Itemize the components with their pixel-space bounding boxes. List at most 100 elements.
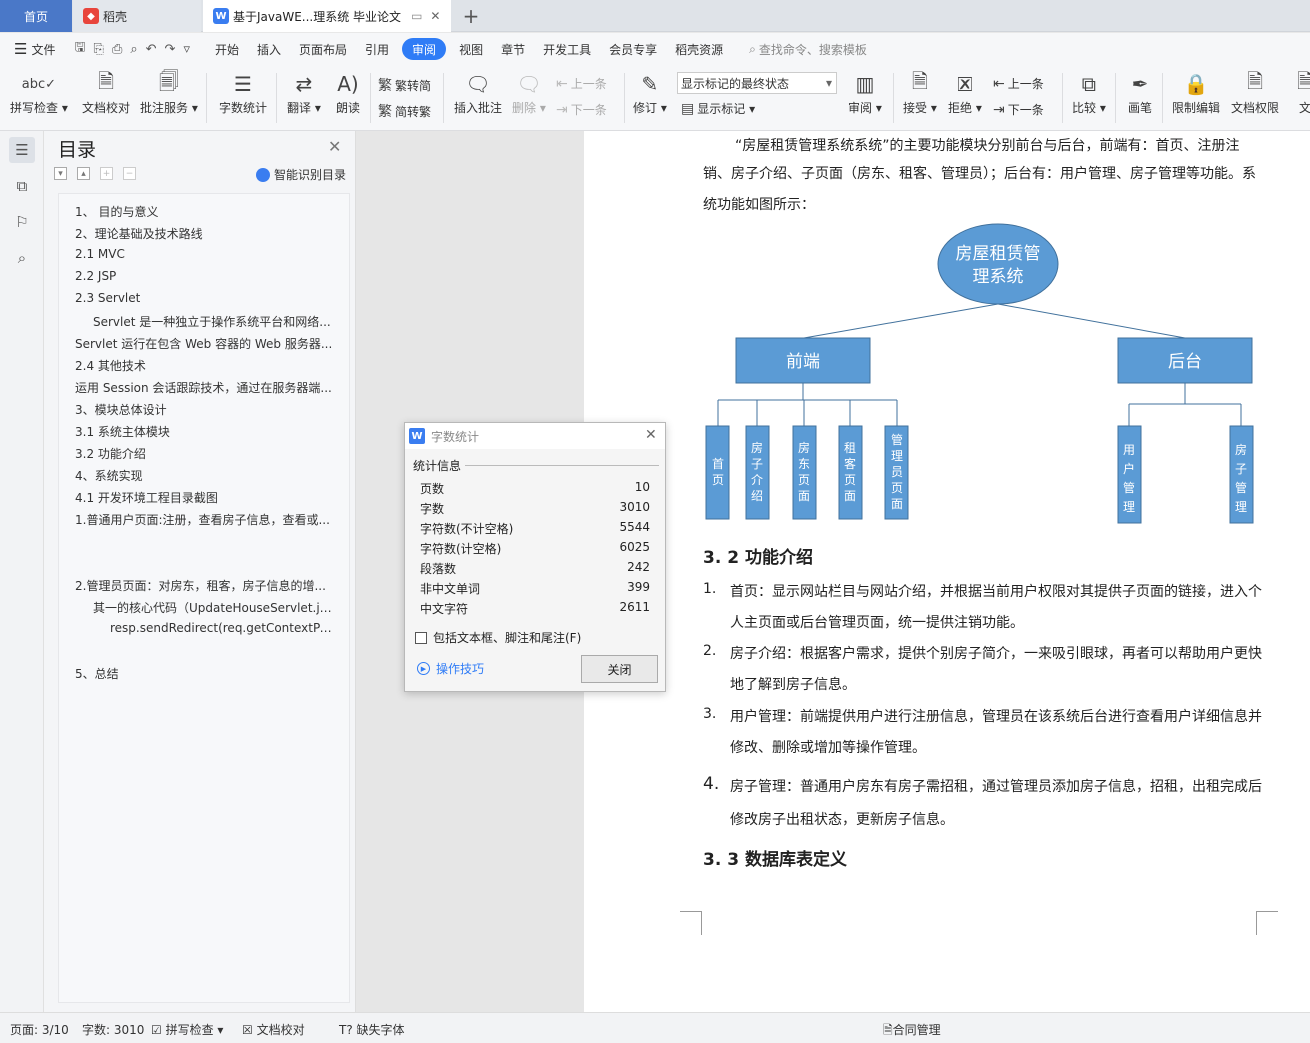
chapter-icon[interactable]: ⧉ (9, 173, 35, 199)
bookmark-icon[interactable]: ⚐ (9, 209, 35, 235)
file-menu[interactable]: ☰ 文件 (0, 38, 64, 60)
track-changes-button[interactable]: ✎ 修订 ▾ (633, 69, 667, 116)
toc-item[interactable]: 3.1 系统主体模块 (75, 423, 170, 440)
insert-comment-button[interactable]: 🗨 插入批注 (454, 69, 502, 116)
menu-daoke-resources[interactable]: 稻壳资源 (666, 38, 732, 60)
accept-button[interactable]: 🗎 接受 ▾ (903, 69, 937, 116)
tips-link[interactable]: ▶ 操作技巧 (417, 660, 484, 677)
toc-item[interactable]: 其一的核心代码（UpdateHouseServlet.ja... (93, 599, 333, 616)
word-count-button[interactable]: ☰ 字数统计 (219, 69, 267, 116)
toc-item[interactable]: 2、理论基础及技术路线 (75, 225, 203, 242)
toc-item[interactable]: 2.2 JSP (75, 269, 116, 283)
toc-item[interactable]: Servlet 是一种独立于操作系统平台和网络... (93, 313, 333, 330)
toc-item[interactable]: 2.3 Servlet (75, 291, 140, 305)
smart-toc-button[interactable]: 智能识别目录 (256, 166, 346, 183)
tab-daoke[interactable]: ◆ 稻壳 (73, 0, 201, 32)
toc-item[interactable]: 运用 Session 会话跟踪技术，通过在服务器端... (75, 379, 333, 396)
print-icon[interactable]: ⎙ (108, 42, 126, 57)
menu-insert[interactable]: 插入 (248, 38, 290, 60)
restrict-edit-button[interactable]: 🔒 限制编辑 (1172, 69, 1220, 116)
reject-button[interactable]: 🗷 拒绝 ▾ (948, 69, 982, 116)
toc-item[interactable]: 3.2 功能介绍 (75, 445, 146, 462)
close-tab-icon[interactable]: ✕ (430, 9, 440, 23)
monitor-icon[interactable]: ▭ (411, 9, 422, 23)
accept-label: 接受 (903, 101, 928, 115)
child-label-char: 理 (891, 449, 903, 463)
prev-comment-button[interactable]: ⇤ 上一条 (556, 75, 607, 92)
toc-item[interactable]: 3、模块总体设计 (75, 401, 167, 418)
command-search[interactable]: ⌕ 查找命令、搜索模板 (740, 38, 876, 60)
toc-icon[interactable]: ☰ (9, 137, 35, 163)
search-icon[interactable]: ⌕ (9, 245, 35, 271)
quick-access-more-icon[interactable]: ▿ (179, 42, 194, 57)
stat-row: 字符数(不计空格) 5544 (420, 520, 650, 537)
read-aloud-button[interactable]: A) 朗读 (334, 69, 362, 116)
contract-management[interactable]: 🗎合同管理 (883, 1021, 941, 1042)
tab-document[interactable]: W 基于JavaWE...理系统 毕业论文 ▭ ✕ (203, 0, 451, 32)
child-label-char: 管 (1123, 480, 1135, 495)
doc-more-button[interactable]: 🗎 文 (1291, 69, 1310, 116)
word-count-icon: ☰ (234, 72, 252, 96)
toc-item[interactable]: 2.管理员页面：对房东，租客，房子信息的增... (75, 577, 333, 594)
status-spell-check[interactable]: ☑ 拼写检查 ▾ (151, 1021, 223, 1038)
font-icon: T? (339, 1023, 353, 1037)
menu-section[interactable]: 章节 (492, 38, 534, 60)
menu-layout[interactable]: 页面布局 (290, 38, 356, 60)
markup-state-select[interactable]: 显示标记的最终状态 ▾ (677, 72, 837, 94)
review-pane-button[interactable]: ▥ 审阅 ▾ (848, 69, 882, 116)
translate-button[interactable]: ⇄ 翻译 ▾ (287, 69, 321, 116)
next-change-button[interactable]: ⇥ 下一条 (993, 101, 1044, 118)
collapse-all-icon[interactable]: ▾ (54, 167, 67, 180)
menu-member[interactable]: 会员专享 (600, 38, 666, 60)
toc-item[interactable]: resp.sendRedirect(req.getContextPat... (110, 621, 333, 635)
spell-check-button[interactable]: abc✓ 拼写检查 ▾ (10, 69, 68, 116)
toc-item[interactable]: 1.普通用户页面:注册，查看房子信息，查看或... (75, 511, 333, 528)
new-tab-button[interactable]: + (456, 0, 486, 32)
reject-icon: 🗷 (957, 72, 973, 96)
prev-change-icon: ⇤ (993, 75, 1005, 92)
annotation-service-button[interactable]: 🗐 批注服务 ▾ (140, 69, 198, 116)
next-comment-icon: ⇥ (556, 101, 568, 118)
prev-change-button[interactable]: ⇤ 上一条 (993, 75, 1044, 92)
page-indicator[interactable]: 页面: 3/10 (10, 1021, 69, 1038)
include-textbox-checkbox[interactable]: 包括文本框、脚注和尾注(F) (415, 629, 581, 646)
export-pdf-icon[interactable]: ⎘ (90, 42, 108, 57)
menu-references[interactable]: 引用 (356, 38, 398, 60)
compare-button[interactable]: ⧉ 比较 ▾ (1072, 69, 1106, 116)
close-icon[interactable]: ✕ (328, 137, 341, 156)
document-page[interactable]: “房屋租赁管理系统系统”的主要功能模块分别前台与后台，前端有：首页、注册注 销、… (584, 131, 1310, 1012)
traditional-to-simplified-button[interactable]: 繁繁转简 (378, 75, 431, 95)
pen-button[interactable]: ✒ 画笔 (1126, 69, 1154, 116)
next-comment-button[interactable]: ⇥ 下一条 (556, 101, 607, 118)
show-markup-button[interactable]: ▤ 显示标记 ▾ (681, 100, 755, 117)
toc-item[interactable]: 4.1 开发环境工程目录截图 (75, 489, 218, 506)
toc-item[interactable]: Servlet 运行在包含 Web 容器的 Web 服务器... (75, 335, 333, 352)
toc-item[interactable]: 2.1 MVC (75, 247, 125, 261)
menu-review[interactable]: 审阅 (402, 38, 447, 60)
missing-font[interactable]: T? 缺失字体 (339, 1021, 405, 1038)
doc-permission-button[interactable]: 🗎 文档权限 (1231, 69, 1279, 116)
close-icon[interactable]: ✕ (645, 427, 657, 443)
doc-proofread-button[interactable]: 🗎 文档校对 (82, 69, 130, 116)
add-heading-icon[interactable]: + (100, 167, 113, 180)
menu-developer[interactable]: 开发工具 (534, 38, 600, 60)
toc-item[interactable]: 4、系统实现 (75, 467, 143, 484)
status-proofread[interactable]: ☒ 文档校对 (242, 1021, 305, 1038)
menu-start[interactable]: 开始 (206, 38, 248, 60)
undo-icon[interactable]: ↶ (142, 42, 161, 57)
save-icon[interactable]: 🖫 (70, 38, 89, 60)
tab-home[interactable]: 首页 (0, 0, 72, 32)
toc-item[interactable]: 5、总结 (75, 665, 119, 682)
redo-icon[interactable]: ↷ (161, 42, 180, 57)
toc-item[interactable]: 2.4 其他技术 (75, 357, 146, 374)
print-preview-icon[interactable]: ⌕ (126, 42, 141, 57)
word-count-indicator[interactable]: 字数: 3010 (82, 1021, 144, 1038)
menu-view[interactable]: 视图 (450, 38, 492, 60)
expand-all-icon[interactable]: ▴ (77, 167, 90, 180)
remove-heading-icon[interactable]: − (123, 167, 136, 180)
simplified-to-traditional-button[interactable]: 繁简转繁 (378, 101, 431, 121)
toc-item[interactable]: 1、 目的与意义 (75, 203, 158, 220)
close-button[interactable]: 关闭 (581, 655, 658, 683)
root-label-line2: 理系统 (973, 267, 1024, 287)
delete-comment-button[interactable]: 🗨 删除 ▾ (512, 69, 546, 116)
